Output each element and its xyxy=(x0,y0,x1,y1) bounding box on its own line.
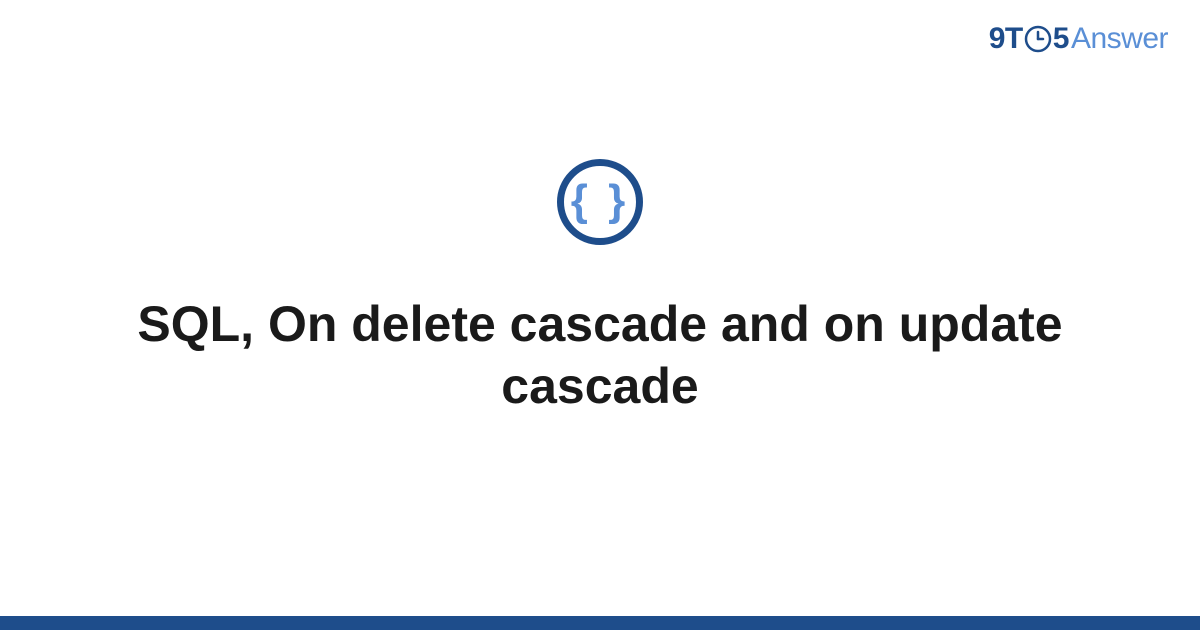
footer-accent-bar xyxy=(0,616,1200,630)
page-title: SQL, On delete cascade and on update cas… xyxy=(120,293,1080,418)
main-content: { } SQL, On delete cascade and on update… xyxy=(0,0,1200,616)
braces-glyph: { } xyxy=(571,179,629,223)
braces-icon: { } xyxy=(557,159,643,245)
